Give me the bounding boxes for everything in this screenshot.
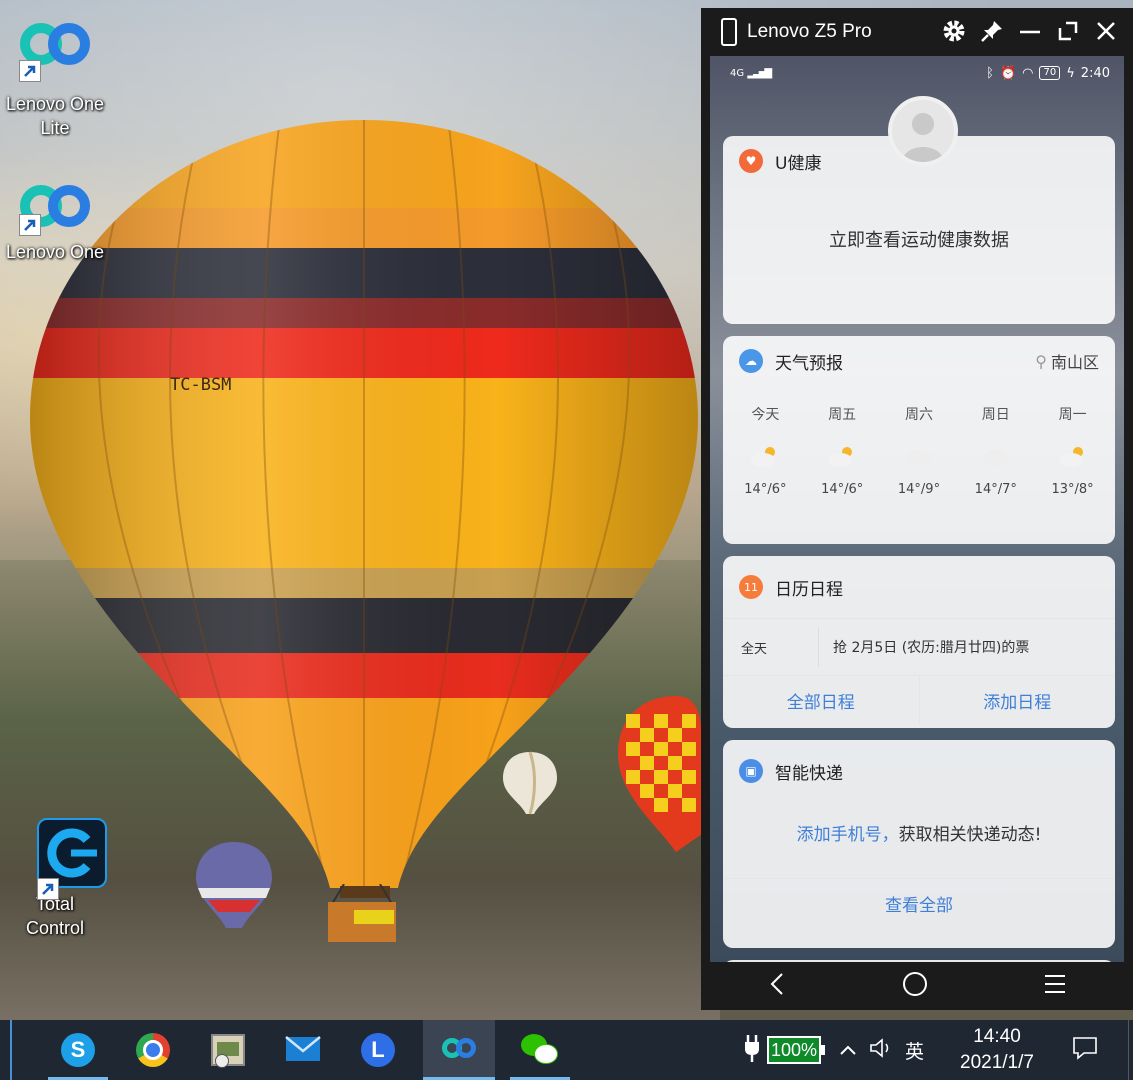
clock-date: 2021/1/7 — [960, 1052, 1034, 1073]
shortcut-arrow-icon — [19, 214, 41, 236]
back-icon[interactable] — [767, 971, 787, 1001]
delivery-message: 获取相关快递动态! — [898, 825, 1042, 845]
weather-day: 周日 14°/7° — [961, 404, 1031, 497]
taskbar-mail[interactable] — [273, 1020, 333, 1080]
weather-day: 今天 14°/6° — [730, 404, 800, 497]
skype-icon: S — [61, 1033, 95, 1067]
minimize-icon[interactable] — [1017, 18, 1043, 44]
delivery-card-title: 智能快递 — [775, 763, 843, 784]
sunny-cloud-icon — [730, 430, 800, 482]
charging-icon: ϟ — [1066, 65, 1075, 81]
taskbar-chrome[interactable] — [123, 1020, 183, 1080]
small-balloon-striped — [196, 842, 272, 928]
phone-screen[interactable]: 4G ▂▃▅▇ ᛒ ⏰ ◠ 70 ϟ 2:40 ♥ U健康 立即查看运动健康数据 — [710, 56, 1124, 962]
balloon-basket — [328, 884, 396, 942]
bluetooth-icon: ᛒ — [986, 65, 994, 81]
battery-nub — [820, 1045, 825, 1055]
lenovo-one-icon — [441, 1037, 477, 1063]
calendar-event-text: 抢 2月5日 (农历:腊月廿四)的票 — [833, 640, 1030, 656]
taskbar-skype[interactable]: S — [48, 1020, 108, 1080]
shortcut-arrow-icon — [19, 60, 41, 82]
add-phone-link[interactable]: 添加手机号， — [797, 825, 899, 845]
all-events-link[interactable]: 全部日程 — [723, 676, 920, 724]
add-event-link[interactable]: 添加日程 — [920, 676, 1116, 724]
weather-day: 周六 14°/9° — [884, 404, 954, 497]
package-icon: ▣ — [739, 759, 763, 783]
hot-air-balloon-main: TC-BSM — [30, 120, 698, 898]
window-titlebar[interactable]: Lenovo Z5 Pro — [701, 8, 1133, 56]
heart-icon: ♥ — [739, 149, 763, 173]
photo-viewer-icon — [211, 1034, 245, 1068]
desktop-icon-lenovo-one-lite[interactable]: Lenovo One Lite — [0, 20, 110, 140]
health-card-title: U健康 — [775, 153, 822, 174]
weather-card-title: 天气预报 — [775, 353, 843, 374]
weather-day: 周一 13°/8° — [1038, 404, 1108, 497]
view-all-link[interactable]: 查看全部 — [723, 878, 1115, 927]
calendar-card[interactable]: 11 日历日程 全天 抢 2月5日 (农历:腊月廿四)的票 全部日程 添加日程 — [723, 556, 1115, 728]
lenovo-l-icon: L — [361, 1033, 395, 1067]
sunny-cloud-icon — [807, 430, 877, 482]
battery-percent[interactable]: 100% — [766, 1036, 821, 1064]
balloon-marking: TC-BSM — [170, 375, 231, 395]
show-desktop-strip[interactable] — [1128, 1020, 1133, 1080]
battery-level: 70 — [1039, 66, 1061, 80]
power-plug-icon[interactable] — [743, 1033, 761, 1067]
health-card-message[interactable]: 立即查看运动健康数据 — [723, 226, 1115, 252]
desktop-icon-lenovo-one[interactable]: Lenovo One — [0, 182, 110, 264]
desktop-icon-label: Lenovo One Lite — [5, 94, 105, 138]
sunny-cloud-icon — [1038, 430, 1108, 482]
desktop-icon-total-control[interactable]: Total Control — [0, 816, 110, 940]
calendar-badge: 11 — [739, 575, 763, 599]
location-pin-icon: ⚲ — [1035, 351, 1047, 371]
taskbar-edge — [0, 1020, 12, 1080]
cloud-icon — [961, 430, 1031, 482]
cloud-icon: ☁ — [739, 349, 763, 373]
system-tray: 100% 英 14:40 2021/1/7 — [743, 1020, 1133, 1080]
weather-location[interactable]: 南山区 — [1051, 349, 1099, 373]
avatar[interactable] — [888, 96, 958, 166]
phone-icon — [721, 18, 737, 46]
calendar-event-time: 全天 — [723, 627, 819, 667]
home-icon[interactable] — [901, 970, 929, 1002]
total-control-icon — [19, 816, 107, 900]
menu-icon[interactable] — [1043, 972, 1067, 1000]
small-balloon-checkered — [618, 696, 702, 852]
shortcut-arrow-icon — [37, 878, 59, 900]
lenovo-one-lite-icon — [19, 20, 91, 92]
cloud-icon — [884, 430, 954, 482]
lenovo-one-icon — [19, 182, 91, 254]
wechat-icon — [521, 1034, 559, 1066]
taskbar-clock[interactable]: 14:40 2021/1/7 — [942, 1024, 1052, 1076]
signal-indicator: 4G ▂▃▅▇ — [730, 67, 772, 79]
phone-mirror-window: Lenovo Z5 Pro 4G ▂▃▅▇ ᛒ ⏰ ◠ 70 ϟ 2:40 ♥ … — [701, 8, 1133, 1010]
weather-card[interactable]: ☁ 天气预报 ⚲ 南山区 今天 14°/6° 周五 14°/6° 周六 14°/… — [723, 336, 1115, 544]
window-title: Lenovo Z5 Pro — [747, 21, 872, 42]
ime-indicator[interactable]: 英 — [905, 1037, 924, 1064]
weather-day: 周五 14°/6° — [807, 404, 877, 497]
small-balloon-white — [503, 751, 557, 815]
chevron-up-icon[interactable] — [839, 1041, 857, 1060]
mail-icon — [285, 1034, 321, 1066]
gear-icon[interactable] — [941, 18, 967, 44]
phone-status-bar: 4G ▂▃▅▇ ᛒ ⏰ ◠ 70 ϟ 2:40 — [710, 56, 1124, 90]
taskbar-lenovo-l[interactable]: L — [348, 1020, 408, 1080]
chrome-icon — [136, 1033, 170, 1067]
notification-center-icon[interactable] — [1072, 1036, 1098, 1064]
taskbar-photo-viewer[interactable] — [198, 1020, 258, 1080]
pin-icon[interactable] — [979, 18, 1005, 44]
volume-icon[interactable] — [869, 1037, 893, 1063]
close-icon[interactable] — [1093, 18, 1119, 44]
taskbar-lenovo-one[interactable] — [423, 1020, 495, 1080]
calendar-event[interactable]: 全天 抢 2月5日 (农历:腊月廿四)的票 — [723, 618, 1115, 676]
alarm-icon: ⏰ — [999, 65, 1017, 81]
delivery-card[interactable]: ▣ 智能快递 添加手机号，获取相关快递动态! 查看全部 — [723, 740, 1115, 948]
wifi-icon: ◠ — [1022, 65, 1034, 81]
phone-clock: 2:40 — [1080, 65, 1110, 81]
clock-time: 14:40 — [973, 1026, 1021, 1047]
phone-nav-bar — [710, 962, 1124, 1010]
taskbar-wechat[interactable] — [510, 1020, 570, 1080]
calendar-card-title: 日历日程 — [775, 579, 843, 600]
taskbar: S L 100% 英 14:40 2021/1/7 — [0, 1020, 1133, 1080]
maximize-icon[interactable] — [1055, 18, 1081, 44]
